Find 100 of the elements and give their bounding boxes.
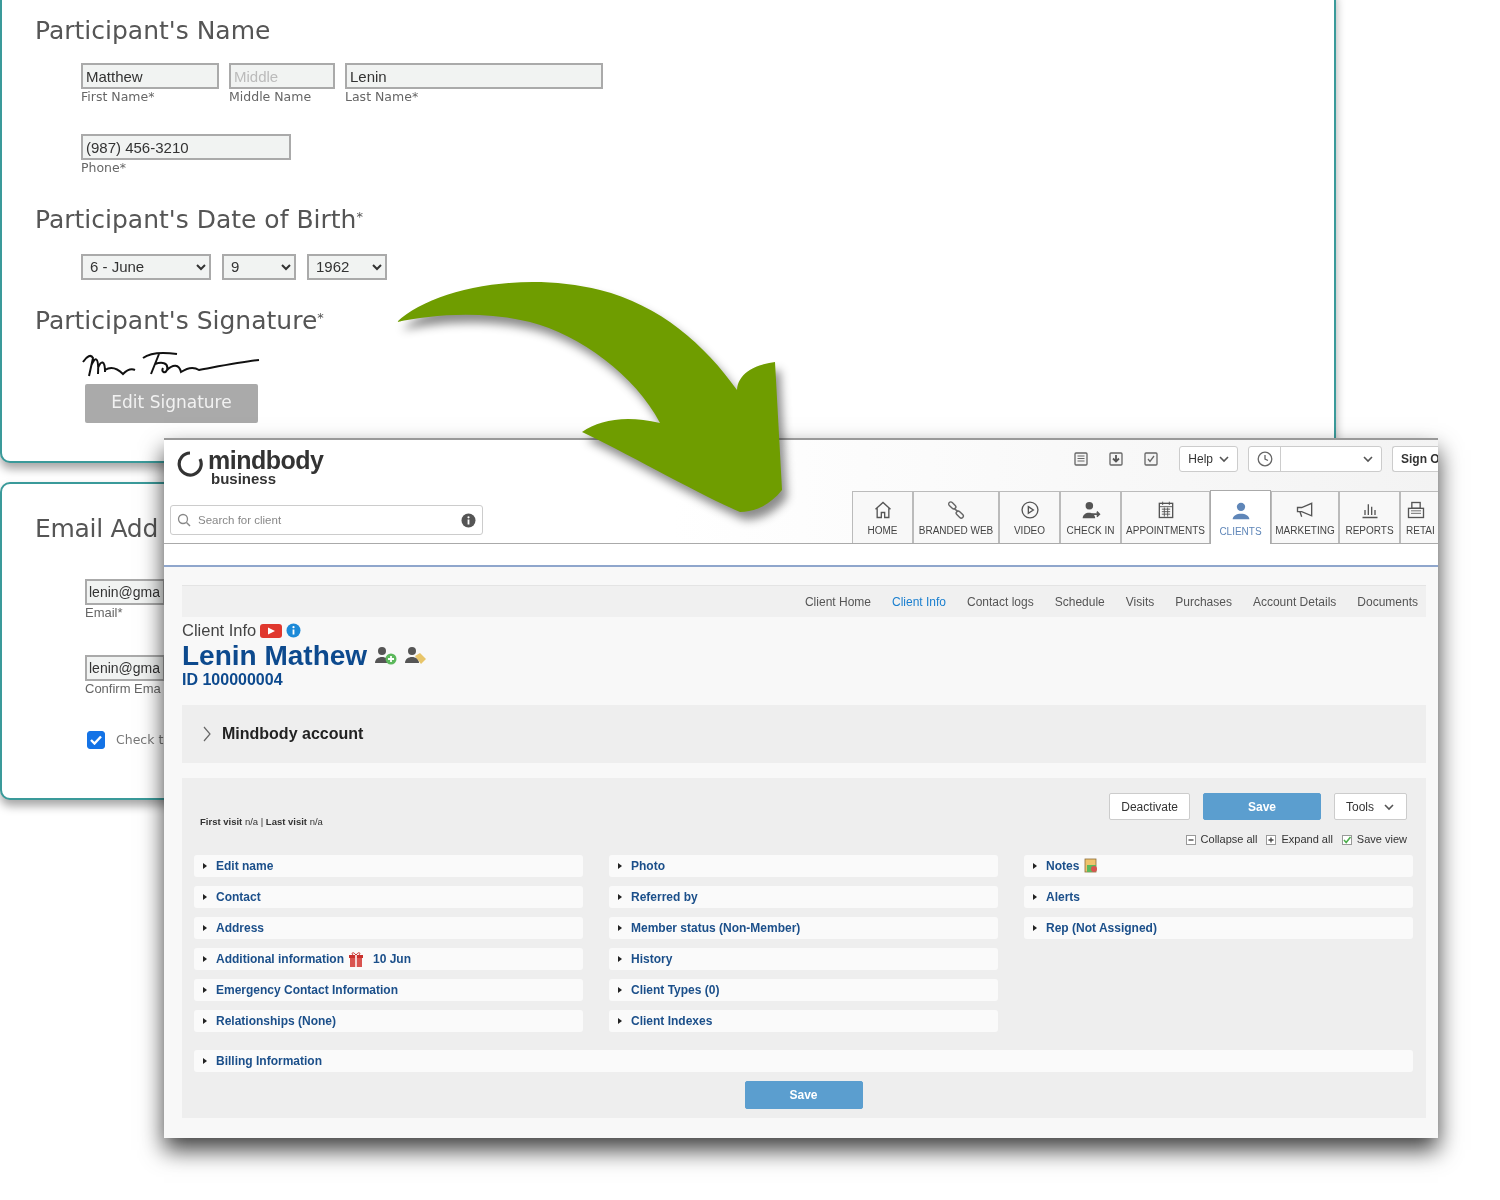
nav-tab[interactable]: REPORTS (1339, 491, 1400, 543)
section-link[interactable]: Member status (Non-Member) (609, 916, 998, 939)
megaphone-icon (1295, 500, 1315, 520)
caret-icon (618, 986, 622, 993)
caret-icon (618, 1017, 622, 1024)
email-field[interactable]: lenin@gma (85, 654, 165, 681)
section-link[interactable]: Address (194, 916, 583, 939)
section-link[interactable]: Client Indexes (609, 1009, 998, 1032)
section-link[interactable]: Client Types (0) (609, 978, 998, 1001)
caret-icon (1033, 924, 1037, 931)
help-dropdown[interactable]: Help (1179, 446, 1238, 472)
phone-field[interactable]: (987) 456-3210 (81, 134, 291, 161)
expand-all-button[interactable]: Expand all (1266, 831, 1333, 848)
section-link[interactable]: Additional information 10 Jun (194, 947, 583, 970)
field-label: Confirm Ema (85, 680, 161, 698)
text-field[interactable]: Middle (229, 63, 335, 89)
section-title: Client Info (182, 621, 257, 641)
section-link[interactable]: Edit name (194, 854, 583, 877)
field-label: Email* (85, 605, 123, 622)
tools-dropdown[interactable]: Tools (1334, 793, 1407, 821)
subnav-link[interactable]: Account Details (1252, 592, 1337, 611)
person-icon (1230, 501, 1251, 521)
field-label: Middle Name (229, 89, 313, 106)
subnav-link[interactable]: Contact logs (967, 592, 1034, 611)
download-icon (1108, 451, 1125, 467)
info-icon (461, 512, 476, 528)
logo-tagline: business (211, 471, 277, 487)
cash-register-icon (1406, 500, 1426, 520)
email-field[interactable]: lenin@gma (85, 579, 165, 605)
section-heading: Participant's Signature$^{*}$ (35, 305, 325, 336)
account-panel[interactable]: Mindbody account (182, 705, 1426, 764)
caret-icon (203, 955, 207, 962)
chevron-down-icon (1363, 455, 1373, 463)
search-field[interactable]: Search for client (170, 505, 483, 536)
caret-icon (618, 955, 622, 962)
chevron-down-icon (1384, 802, 1394, 811)
nav-tab[interactable]: MARKETING (1271, 491, 1339, 543)
clock-icon (1256, 451, 1273, 467)
subnav-link[interactable]: Client Info (892, 592, 946, 611)
nav-tab[interactable]: CLIENTS (1210, 490, 1271, 544)
section-link[interactable]: Contact (194, 885, 583, 908)
collapse-all-button[interactable]: Collapse all (1185, 831, 1258, 848)
checkbox[interactable] (87, 731, 105, 750)
search-input[interactable]: Search for client (196, 510, 456, 530)
section-link[interactable]: Relationships (None) (194, 1009, 583, 1032)
checkbox-label: Check t (116, 730, 164, 749)
document-icon (1073, 451, 1090, 467)
nav-tab[interactable]: HOME (852, 491, 913, 543)
section-link[interactable]: Billing Information (194, 1049, 1413, 1072)
section-link[interactable]: History (609, 947, 998, 970)
date-select[interactable]: 1962 (307, 253, 387, 280)
client-id: ID 100000004 (182, 670, 284, 690)
field-label: Last Name* (345, 89, 420, 106)
location-select[interactable] (1248, 446, 1382, 472)
caret-icon (203, 924, 207, 931)
subnav-link[interactable]: Documents (1357, 592, 1418, 611)
nav-tab[interactable]: BRANDED WEB (913, 491, 999, 543)
text-field[interactable]: Matthew (81, 63, 219, 89)
search-icon (177, 513, 191, 528)
link-icon (946, 500, 966, 520)
text-field[interactable]: Lenin (345, 63, 603, 89)
subnav-link[interactable]: Client Home (804, 592, 871, 611)
logo-text: mindbody (208, 450, 324, 472)
client-name: Lenin Mathew (182, 640, 368, 671)
subnav-link[interactable]: Schedule (1054, 592, 1105, 611)
subnav-link[interactable]: Purchases (1175, 592, 1232, 611)
section-link[interactable]: Notes (1024, 854, 1413, 877)
caret-icon (203, 862, 207, 869)
caret-icon (1033, 862, 1037, 869)
visit-info: First visit n/a | Last visit n/a (200, 815, 323, 830)
minus-box-icon (1185, 834, 1196, 845)
field-label: First Name* (81, 89, 156, 106)
caret-icon (203, 1057, 207, 1064)
nav-tab[interactable]: CHECK IN (1060, 491, 1121, 543)
ring-logo-icon (176, 450, 204, 478)
deactivate-button[interactable]: Deactivate (1109, 793, 1190, 821)
caret-icon (203, 893, 207, 900)
video-icon (260, 623, 283, 638)
checklist-icon (1143, 451, 1160, 467)
caret-icon (203, 986, 207, 993)
subnav-link[interactable]: Visits (1125, 592, 1155, 611)
save-view-checkbox[interactable]: Save view (1341, 831, 1407, 848)
section-link[interactable]: Emergency Contact Information (194, 978, 583, 1001)
nav-tab[interactable]: APPOINTMENTS (1121, 491, 1210, 543)
caret-icon (618, 893, 622, 900)
play-icon (1019, 500, 1040, 520)
caret-icon (618, 924, 622, 931)
gift-icon (349, 950, 363, 967)
date-select[interactable]: 6 - June (81, 253, 211, 280)
plus-box-icon (1266, 834, 1277, 845)
section-link[interactable]: Alerts (1024, 885, 1413, 908)
section-link[interactable]: Referred by (609, 885, 998, 908)
nav-tab[interactable]: RETAI (1400, 491, 1438, 543)
person-tag-icon (405, 645, 428, 666)
section-link[interactable]: Photo (609, 854, 998, 877)
house-icon (872, 500, 893, 520)
section-link[interactable]: Rep (Not Assigned) (1024, 916, 1413, 939)
date-select[interactable]: 9 (222, 253, 296, 280)
nav-tab[interactable]: VIDEO (999, 491, 1060, 543)
person-arrow-icon (1080, 500, 1101, 520)
